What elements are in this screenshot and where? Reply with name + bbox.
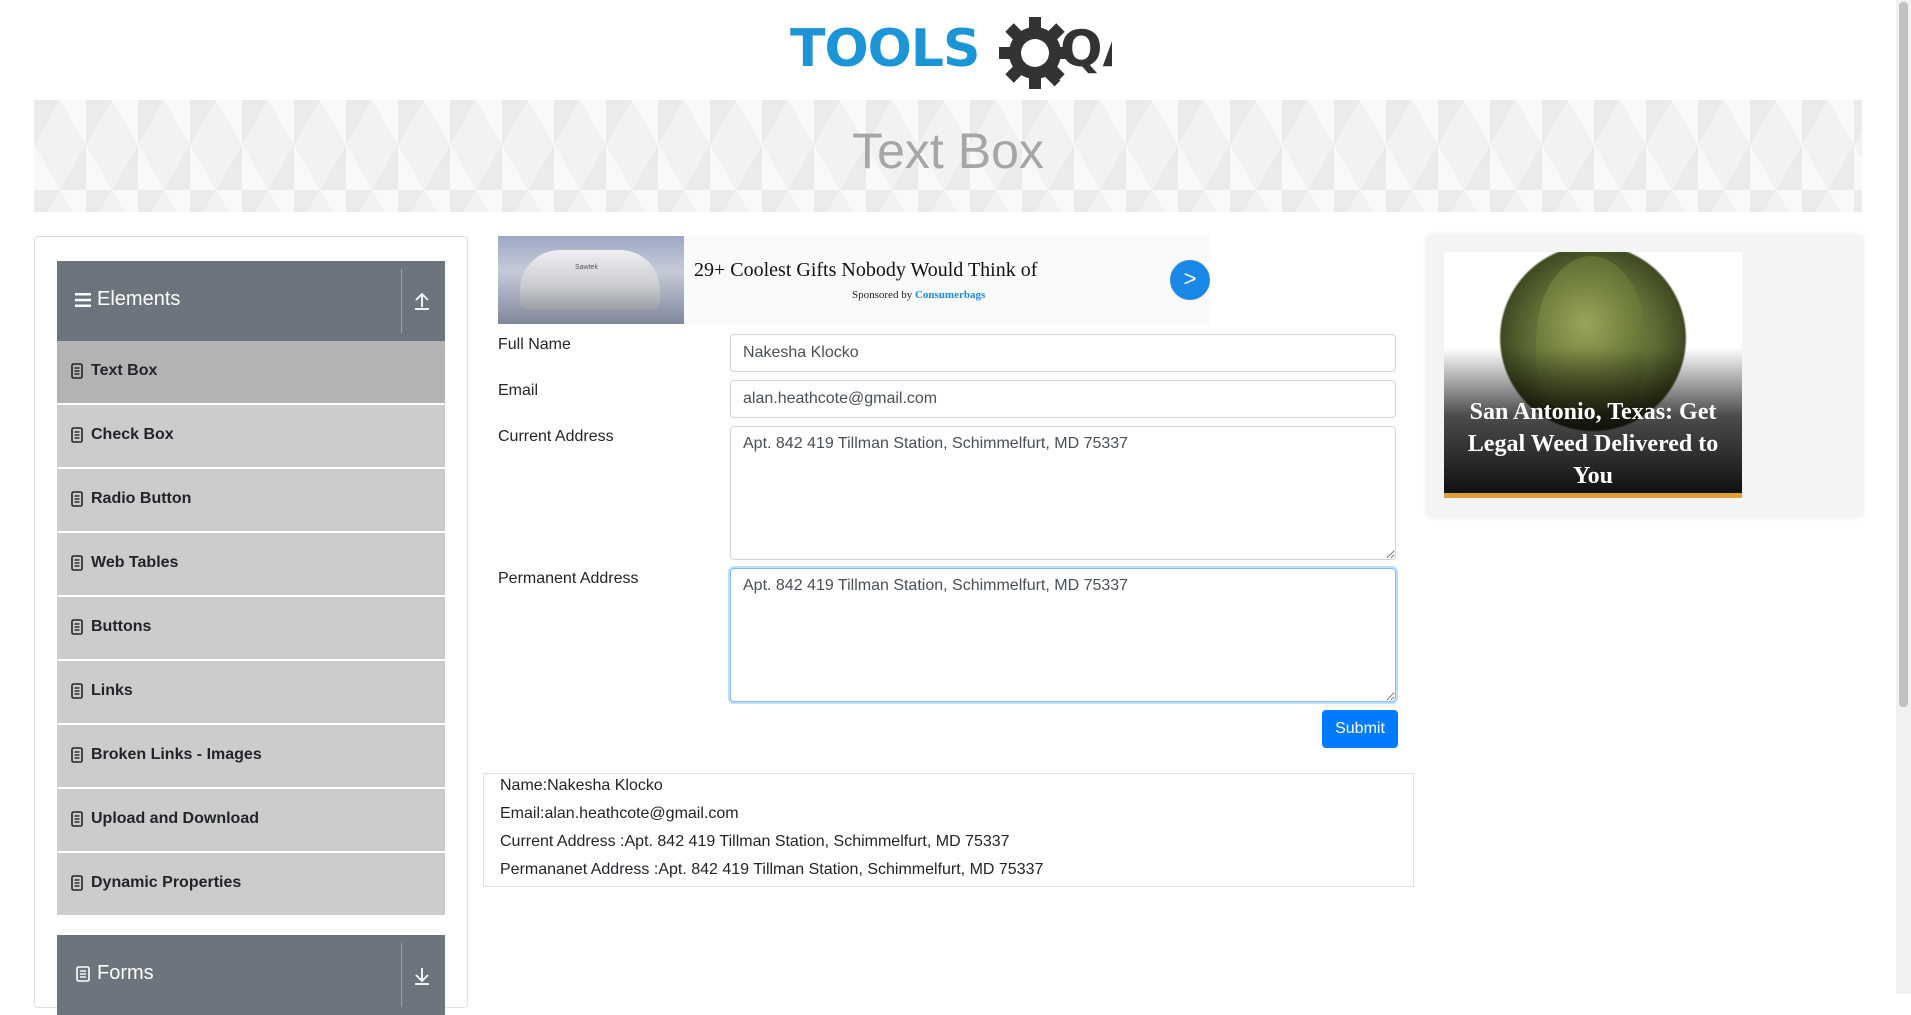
group-label-elements: Elements xyxy=(97,288,181,310)
divider xyxy=(401,269,402,333)
collapse-up-icon[interactable] xyxy=(411,289,433,313)
right-ad[interactable]: San Antonio, Texas: Get Legal Weed Deliv… xyxy=(1428,236,1862,516)
sidebar-item-radio-button[interactable]: Radio Button xyxy=(57,469,445,533)
document-icon xyxy=(71,427,83,443)
sidebar: Elements Text Box Check Box Radio Button We… xyxy=(34,236,468,1015)
document-icon xyxy=(71,747,83,763)
document-icon xyxy=(71,491,83,507)
sponsored-ad-banner[interactable]: Sawtek 29+ Coolest Gifts Nobody Would Th… xyxy=(498,236,1210,324)
group-label-forms: Forms xyxy=(97,962,154,984)
ad-right-accent-bar xyxy=(1444,493,1742,498)
document-icon xyxy=(71,683,83,699)
toolsqa-logo[interactable]: TOOLS QA xyxy=(788,16,1142,90)
expand-down-icon[interactable] xyxy=(411,963,433,987)
sidebar-item-label: Dynamic Properties xyxy=(91,874,242,891)
page-banner: Text Box xyxy=(34,100,1862,212)
full-name-label: Full Name xyxy=(498,336,571,353)
ad-device-shape: Sawtek xyxy=(520,250,660,310)
scrollbar-thumb[interactable] xyxy=(1899,2,1908,707)
sidebar-item-dynamic-properties[interactable]: Dynamic Properties xyxy=(57,853,445,917)
permanent-address-textarea[interactable]: Apt. 842 419 Tillman Station, Schimmelfu… xyxy=(730,568,1396,702)
permanent-address-label: Permanent Address xyxy=(498,570,639,587)
logo-qa-text: QA xyxy=(1060,20,1112,78)
sidebar-item-label: Links xyxy=(91,682,133,699)
sidebar-item-label: Broken Links - Images xyxy=(91,746,262,763)
current-address-textarea[interactable]: Apt. 842 419 Tillman Station, Schimmelfu… xyxy=(730,426,1396,560)
document-icon xyxy=(71,555,83,571)
document-icon xyxy=(71,811,83,827)
ad-sponsor-link[interactable]: Consumerbags xyxy=(915,289,985,301)
sidebar-item-check-box[interactable]: Check Box xyxy=(57,405,445,469)
document-icon xyxy=(71,363,83,379)
sidebar-item-label: Buttons xyxy=(91,618,152,635)
ad-sponsored-by: Sponsored by xyxy=(852,289,913,301)
sidebar-item-broken-links-images[interactable]: Broken Links - Images xyxy=(57,725,445,789)
full-name-input[interactable] xyxy=(730,334,1396,372)
output-permanent-address: Permananet Address :Apt. 842 419 Tillman… xyxy=(500,861,1044,878)
output-name: Name:Nakesha Klocko xyxy=(500,777,663,794)
sidebar-item-label: Web Tables xyxy=(91,554,179,571)
email-input[interactable] xyxy=(730,380,1396,418)
ad-sponsor-line: Sponsored by Consumerbags xyxy=(852,289,985,301)
ad-next-arrow-button[interactable]: > xyxy=(1170,260,1210,300)
document-icon xyxy=(71,875,83,891)
form-icon xyxy=(76,966,90,982)
sidebar-item-label: Radio Button xyxy=(91,490,192,507)
group-header-forms[interactable]: Forms xyxy=(57,935,445,1015)
sidebar-item-label: Text Box xyxy=(91,362,158,379)
sidebar-item-links[interactable]: Links xyxy=(57,661,445,725)
submit-button[interactable]: Submit xyxy=(1322,710,1398,748)
sidebar-item-upload-and-download[interactable]: Upload and Download xyxy=(57,789,445,853)
ad-product-image[interactable]: Sawtek xyxy=(498,236,684,324)
ad-device-label: Sawtek xyxy=(575,264,598,271)
output-current-address: Current Address :Apt. 842 419 Tillman St… xyxy=(500,833,1010,850)
sidebar-item-text-box[interactable]: Text Box xyxy=(57,341,445,405)
sidebar-item-web-tables[interactable]: Web Tables xyxy=(57,533,445,597)
logo-graphic: TOOLS QA xyxy=(790,17,1142,89)
page-title: Text Box xyxy=(852,123,1044,179)
sidebar-item-label: Upload and Download xyxy=(91,810,259,827)
page-scrollbar[interactable] xyxy=(1896,0,1911,994)
hamburger-icon xyxy=(75,293,91,307)
ad-right-image[interactable]: San Antonio, Texas: Get Legal Weed Deliv… xyxy=(1444,252,1742,498)
email-label: Email xyxy=(498,382,539,399)
group-header-elements[interactable]: Elements xyxy=(57,261,445,341)
ad-headline[interactable]: 29+ Coolest Gifts Nobody Would Think of xyxy=(694,259,1037,282)
output-email: Email:alan.heathcote@gmail.com xyxy=(500,805,739,822)
ad-right-headline[interactable]: San Antonio, Texas: Get Legal Weed Deliv… xyxy=(1452,396,1734,492)
divider xyxy=(401,943,402,1007)
current-address-label: Current Address xyxy=(498,428,614,445)
sidebar-item-label: Check Box xyxy=(91,426,174,443)
logo-tools-text: TOOLS xyxy=(790,19,979,79)
document-icon xyxy=(71,619,83,635)
sidebar-item-buttons[interactable]: Buttons xyxy=(57,597,445,661)
output-panel: Name:Nakesha Klocko Email:alan.heathcote… xyxy=(483,773,1414,887)
